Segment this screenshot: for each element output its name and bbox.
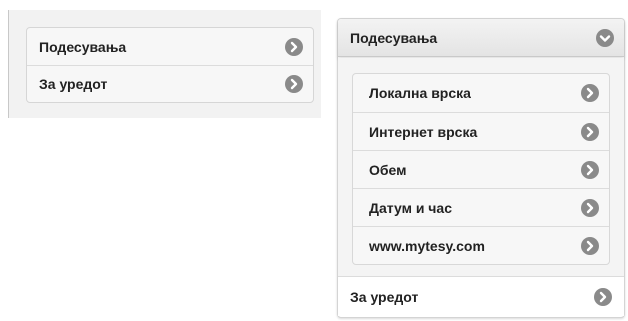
chevron-right-icon [581, 236, 599, 255]
chevron-right-icon [581, 198, 599, 217]
chevron-right-icon [285, 75, 303, 93]
menu-item-label: За уредот [350, 288, 419, 305]
submenu-item-local-connection[interactable]: Локална врска [353, 74, 609, 112]
settings-submenu-area: Локална врска Интернет врска Обем Датум … [338, 58, 624, 276]
chevron-right-icon [581, 122, 599, 141]
submenu-item-label: Датум и час [369, 199, 453, 216]
expanded-menu-panel: Подесувања Локална врска Интернет врска … [337, 18, 625, 318]
submenu-item-mytesy[interactable]: www.mytesy.com [353, 226, 609, 264]
submenu-item-label: Интернет врска [369, 123, 478, 140]
menu-item-about-device[interactable]: За уредот [27, 65, 313, 102]
submenu-item-label: Обем [369, 161, 407, 178]
chevron-right-icon [285, 37, 303, 56]
submenu-item-date-time[interactable]: Датум и час [353, 188, 609, 226]
submenu-item-internet-connection[interactable]: Интернет врска [353, 112, 609, 150]
chevron-right-icon [581, 160, 599, 179]
submenu-item-volume[interactable]: Обем [353, 150, 609, 188]
header-label: Подесувања [350, 29, 438, 46]
chevron-right-icon [581, 84, 599, 102]
menu-item-label: За уредот [39, 76, 108, 92]
submenu-item-label: www.mytesy.com [369, 237, 485, 254]
settings-collapsible-header[interactable]: Подесувања [338, 19, 624, 57]
chevron-right-icon [594, 287, 612, 306]
collapsed-menu-panel: Подесувања За уредот [8, 10, 321, 118]
settings-submenu-list: Локална врска Интернет врска Обем Датум … [352, 73, 610, 265]
collapsed-menu-list: Подесувања За уредот [26, 27, 314, 103]
chevron-down-icon [596, 28, 614, 47]
menu-item-label: Подесувања [39, 38, 127, 55]
menu-item-settings[interactable]: Подесувања [27, 28, 313, 65]
menu-item-about-device[interactable]: За уредот [338, 276, 624, 316]
submenu-item-label: Локална врска [369, 85, 471, 101]
